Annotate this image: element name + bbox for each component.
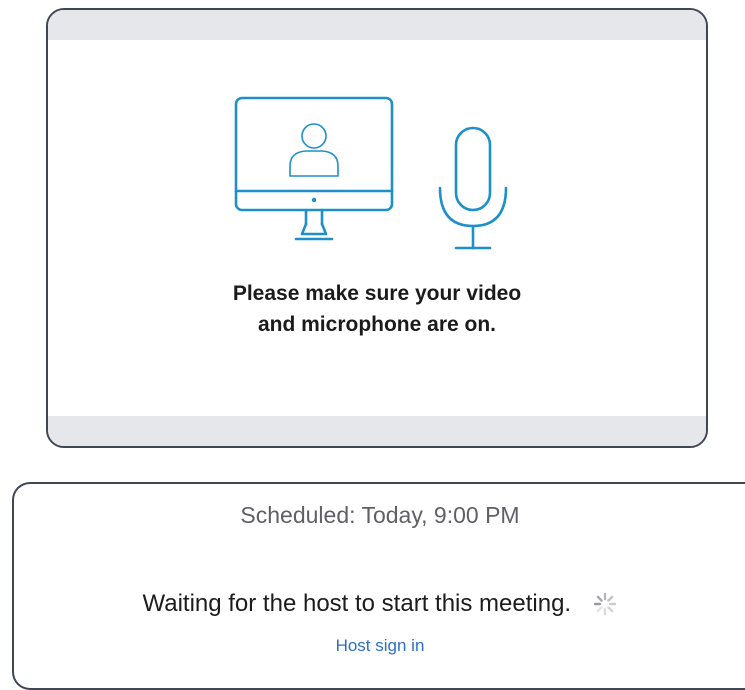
waiting-message: Waiting for the host to start this meeti… <box>142 590 572 617</box>
av-prompt-text: Please make sure your video and micropho… <box>48 278 706 340</box>
av-prompt-line-1: Please make sure your video <box>232 282 522 305</box>
loading-spinner-icon <box>592 591 618 617</box>
av-illustration <box>234 96 524 266</box>
av-prompt-line-2: and microphone are on. <box>257 313 497 336</box>
waiting-room-panel: Scheduled: Today, 9:00 PM Waiting for th… <box>12 482 745 690</box>
panel-bottom-band <box>48 416 706 446</box>
av-check-panel: Please make sure your video and micropho… <box>46 8 708 448</box>
monitor-user-icon <box>234 96 394 241</box>
waiting-status-row: Waiting for the host to start this meeti… <box>14 590 745 624</box>
panel-top-band <box>48 10 706 40</box>
host-sign-in-link[interactable]: Host sign in <box>14 636 745 656</box>
microphone-icon <box>438 126 508 250</box>
scheduled-time: Scheduled: Today, 9:00 PM <box>240 502 520 528</box>
